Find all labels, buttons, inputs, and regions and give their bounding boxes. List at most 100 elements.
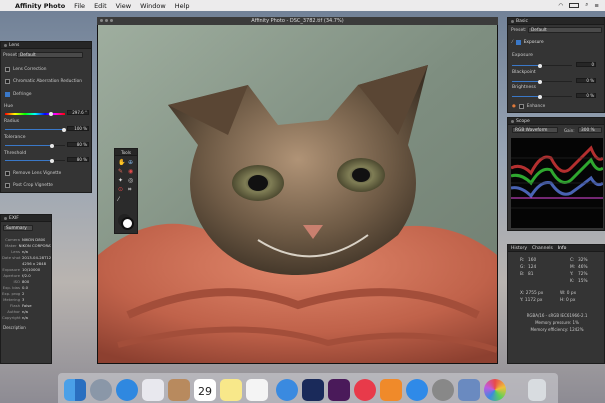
- safari-icon[interactable]: [116, 379, 138, 401]
- eyedropper-icon[interactable]: ⁄: [512, 40, 513, 45]
- blackpoint-slider[interactable]: [512, 81, 572, 82]
- exif-summary-select[interactable]: Summary: [3, 225, 33, 231]
- basic-preset-select[interactable]: Default: [528, 27, 602, 33]
- red-eye-tool-icon[interactable]: ◉: [128, 168, 136, 175]
- color-swatch[interactable]: [121, 217, 134, 230]
- color-profile: RGBA/16 - sRGB IEC61966-2.1: [526, 313, 588, 318]
- tab-info[interactable]: Info: [558, 246, 567, 251]
- menu-file[interactable]: File: [74, 2, 85, 10]
- hue-slider-knob[interactable]: [49, 112, 53, 116]
- remove-vignette-checkbox[interactable]: [5, 171, 10, 176]
- preview-icon[interactable]: [458, 379, 480, 401]
- messages-icon[interactable]: [276, 379, 298, 401]
- music-icon[interactable]: [354, 379, 376, 401]
- enhance-checkbox[interactable]: [518, 104, 524, 109]
- scope-panel: Scope RGB Waveform Gain: 300 %: [507, 117, 605, 231]
- threshold-slider[interactable]: [5, 160, 65, 161]
- clone-tool-icon[interactable]: ✦: [118, 177, 126, 184]
- finder-icon[interactable]: [64, 379, 86, 401]
- brush-tool-icon[interactable]: ✎: [118, 168, 126, 175]
- wifi-icon[interactable]: ◠: [558, 3, 563, 9]
- minimize-window-button[interactable]: [105, 19, 108, 22]
- close-window-button[interactable]: [100, 19, 103, 22]
- search-icon[interactable]: ⌕: [585, 2, 588, 9]
- eyedropper-tool-icon[interactable]: ⁄: [118, 196, 126, 203]
- h-coord: H: 0 px: [560, 298, 576, 303]
- tolerance-value[interactable]: 80 %: [67, 142, 89, 147]
- calendar-icon[interactable]: 29: [194, 379, 216, 401]
- system-preferences-icon[interactable]: [432, 379, 454, 401]
- brightness-value[interactable]: 0 %: [576, 93, 596, 98]
- brightness-slider[interactable]: [512, 96, 572, 97]
- menu-edit[interactable]: Edit: [94, 2, 107, 10]
- list-icon[interactable]: ≡: [594, 3, 599, 9]
- remove-vignette-row: Remove Lens Vignette: [5, 171, 87, 176]
- remove-vignette-label: Remove Lens Vignette: [13, 171, 62, 176]
- tolerance-slider-knob[interactable]: [50, 144, 54, 148]
- gain-select[interactable]: 300 %: [578, 127, 602, 133]
- trash-icon[interactable]: [528, 379, 546, 401]
- contacts-icon[interactable]: [168, 379, 190, 401]
- window-controls: [100, 19, 113, 22]
- tools-panel-title: Tools: [115, 149, 137, 156]
- hue-value[interactable]: 297.6 °: [67, 110, 89, 115]
- books-icon[interactable]: [380, 379, 402, 401]
- app-store-icon[interactable]: [406, 379, 428, 401]
- crop-tool-icon[interactable]: ⌗: [128, 186, 136, 194]
- exposure-slider[interactable]: [512, 65, 572, 66]
- hue-slider[interactable]: [5, 113, 65, 115]
- mail-icon[interactable]: [142, 379, 164, 401]
- affinity-photo-icon[interactable]: [328, 379, 350, 401]
- battery-icon[interactable]: [569, 3, 580, 8]
- exif-key: Copyright: [2, 315, 21, 320]
- tab-history[interactable]: History: [511, 246, 527, 251]
- exif-row: Copyright n/a: [2, 315, 51, 321]
- m-value: 46%: [578, 265, 588, 270]
- exposure-slider-knob[interactable]: [538, 64, 542, 68]
- hand-tool-icon[interactable]: ✋: [118, 159, 126, 166]
- tool-grid: ✋ ⊕ ✎ ◉ ✦ ◎ ⊙ ⌗ ⁄: [118, 159, 136, 203]
- radius-value[interactable]: 100 %: [67, 126, 89, 131]
- exposure-checkbox[interactable]: [515, 40, 521, 45]
- launchpad-icon[interactable]: [90, 379, 112, 401]
- photos-icon[interactable]: [484, 379, 506, 401]
- brightness-label: Brightness: [512, 85, 536, 90]
- white-balance-tool-icon[interactable]: ⊙: [118, 186, 126, 194]
- exposure-header[interactable]: ⁄ Exposure: [512, 40, 600, 45]
- radius-slider-knob[interactable]: [62, 128, 66, 132]
- radius-slider[interactable]: [5, 129, 65, 130]
- reminders-icon[interactable]: [246, 379, 268, 401]
- panel-close-icon[interactable]: [4, 216, 7, 220]
- preset-select[interactable]: Default: [17, 52, 83, 58]
- tab-channels[interactable]: Channels: [532, 246, 553, 251]
- menu-window[interactable]: Window: [140, 2, 166, 10]
- blackpoint-value[interactable]: 0 %: [576, 78, 596, 83]
- panel-close-icon[interactable]: [4, 43, 7, 47]
- lens-correction-checkbox[interactable]: [5, 67, 10, 72]
- threshold-value[interactable]: 80 %: [67, 157, 89, 162]
- canvas-image[interactable]: [98, 25, 497, 363]
- menu-view[interactable]: View: [116, 2, 131, 10]
- scope-mode-select[interactable]: RGB Waveform: [512, 127, 558, 133]
- defringe-checkbox[interactable]: [5, 92, 10, 97]
- brightness-slider-knob[interactable]: [538, 95, 542, 99]
- enhance-icon: ●: [512, 104, 516, 109]
- threshold-slider-knob[interactable]: [50, 159, 54, 163]
- menu-app-name[interactable]: Affinity Photo: [15, 2, 65, 10]
- blackpoint-slider-knob[interactable]: [538, 80, 542, 84]
- exposure-value[interactable]: 0: [576, 62, 596, 67]
- post-crop-checkbox[interactable]: [5, 183, 10, 188]
- zoom-tool-icon[interactable]: ⊕: [128, 159, 136, 166]
- notes-icon[interactable]: [220, 379, 242, 401]
- menu-help[interactable]: Help: [175, 2, 190, 10]
- panel-close-icon[interactable]: [511, 119, 514, 123]
- zoom-window-button[interactable]: [110, 19, 113, 22]
- blemish-tool-icon[interactable]: ◎: [128, 177, 136, 184]
- enhance-header[interactable]: ● Enhance: [512, 104, 600, 109]
- calendar-day: 29: [198, 385, 212, 398]
- affinity-designer-icon[interactable]: [302, 379, 324, 401]
- panel-close-icon[interactable]: [511, 19, 514, 23]
- tolerance-slider[interactable]: [5, 145, 65, 146]
- blackpoint-label: Blackpoint: [512, 70, 536, 75]
- chromatic-checkbox[interactable]: [5, 79, 10, 84]
